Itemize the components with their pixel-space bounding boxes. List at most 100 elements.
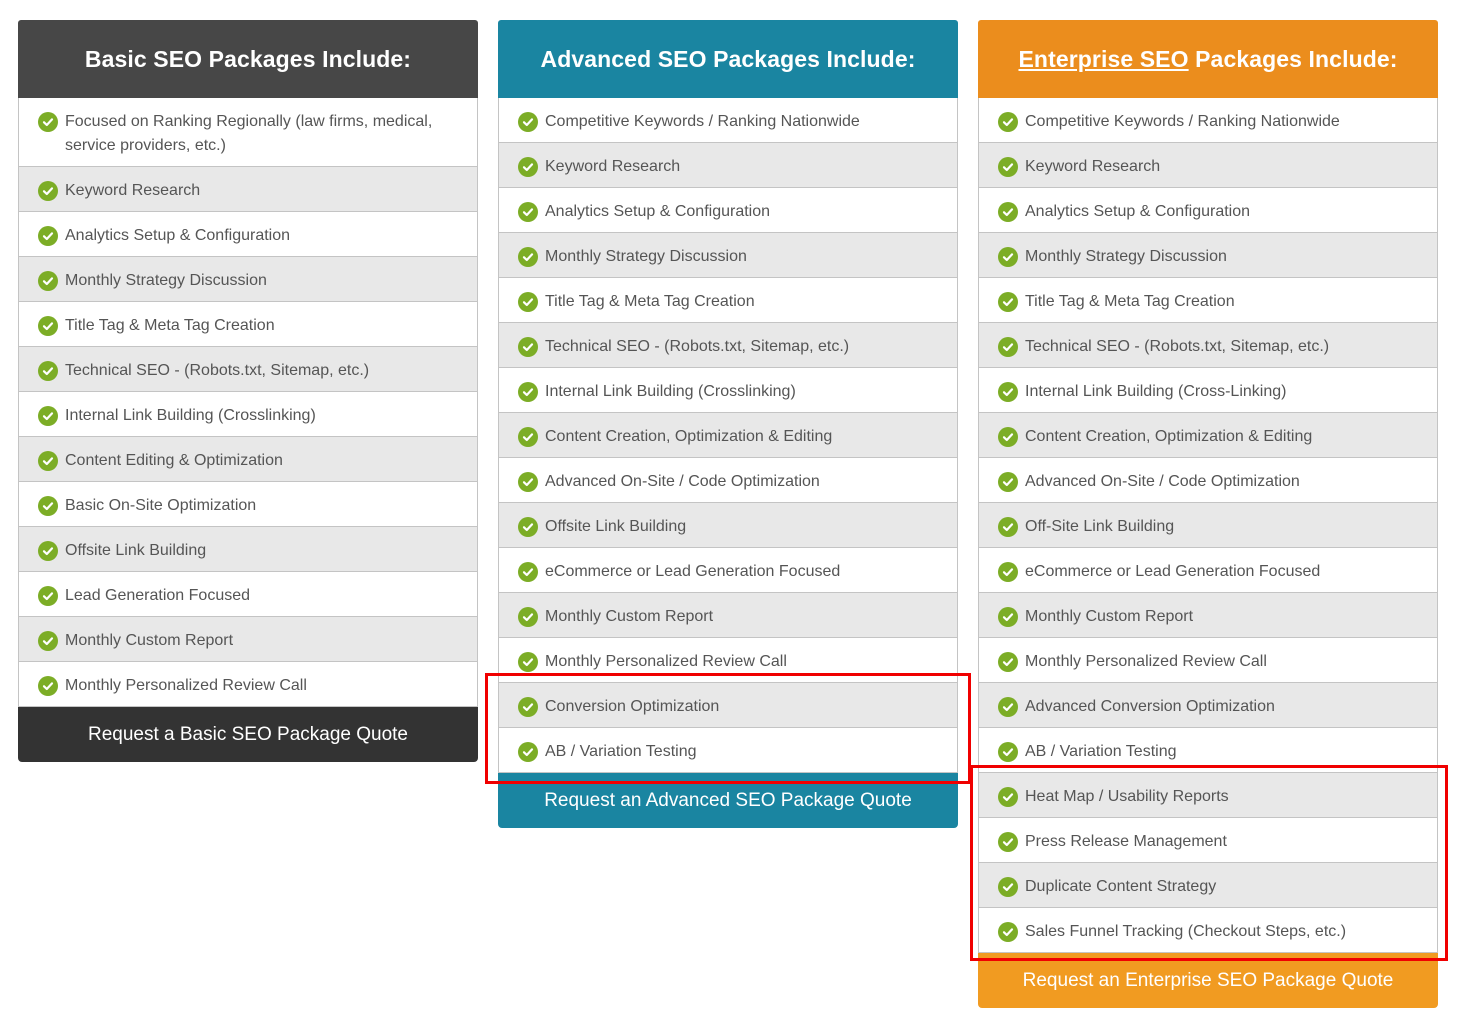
feature-label: Technical SEO - (Robots.txt, Sitemap, et… <box>545 338 850 355</box>
feature-list-item: Advanced Conversion Optimization <box>979 683 1437 728</box>
basic-feature-list: Focused on Ranking Regionally (law firms… <box>18 98 478 707</box>
feature-list-item: Technical SEO - (Robots.txt, Sitemap, et… <box>979 323 1437 368</box>
feature-label: Keyword Research <box>545 158 681 175</box>
check-circle-icon <box>38 226 58 246</box>
feature-label: Advanced On-Site / Code Optimization <box>1025 473 1300 490</box>
check-circle-icon <box>998 697 1018 717</box>
feature-list-item: Keyword Research <box>499 143 957 188</box>
feature-list-item: Press Release Management <box>979 818 1437 863</box>
feature-label: Monthly Personalized Review Call <box>1025 653 1267 670</box>
feature-label: eCommerce or Lead Generation Focused <box>1025 563 1321 580</box>
feature-label: Analytics Setup & Configuration <box>1025 203 1251 220</box>
check-circle-icon <box>998 157 1018 177</box>
feature-label: Competitive Keywords / Ranking Nationwid… <box>1025 113 1340 130</box>
check-circle-icon <box>38 316 58 336</box>
check-circle-icon <box>518 697 538 717</box>
feature-label: Analytics Setup & Configuration <box>545 203 771 220</box>
basic-package-header: Basic SEO Packages Include: <box>18 20 478 98</box>
check-circle-icon <box>998 292 1018 312</box>
feature-list-item: Offsite Link Building <box>19 527 477 572</box>
feature-label: Offsite Link Building <box>545 518 687 535</box>
feature-label: Content Editing & Optimization <box>65 452 283 469</box>
feature-label: Competitive Keywords / Ranking Nationwid… <box>545 113 860 130</box>
check-circle-icon <box>998 832 1018 852</box>
check-circle-icon <box>38 181 58 201</box>
feature-list-item: Analytics Setup & Configuration <box>499 188 957 233</box>
check-circle-icon <box>998 607 1018 627</box>
check-circle-icon <box>998 382 1018 402</box>
feature-label: Monthly Custom Report <box>65 632 234 649</box>
feature-label: Advanced Conversion Optimization <box>1025 698 1275 715</box>
feature-label: AB / Variation Testing <box>545 743 697 760</box>
check-circle-icon <box>998 337 1018 357</box>
feature-label: Technical SEO - (Robots.txt, Sitemap, et… <box>65 362 370 379</box>
feature-list-item: Monthly Strategy Discussion <box>499 233 957 278</box>
feature-label: Keyword Research <box>65 182 201 199</box>
feature-list-item: Lead Generation Focused <box>19 572 477 617</box>
feature-label: Advanced On-Site / Code Optimization <box>545 473 820 490</box>
check-circle-icon <box>38 451 58 471</box>
feature-label: Lead Generation Focused <box>65 587 251 604</box>
check-circle-icon <box>518 472 538 492</box>
feature-list-item: Analytics Setup & Configuration <box>19 212 477 257</box>
feature-label: Monthly Strategy Discussion <box>545 248 747 265</box>
enterprise-title-rest: Packages Include: <box>1188 45 1398 72</box>
feature-label: Basic On-Site Optimization <box>65 497 257 514</box>
enterprise-feature-list: Competitive Keywords / Ranking Nationwid… <box>978 98 1438 953</box>
enterprise-package-header: Enterprise SEO Packages Include: <box>978 20 1438 98</box>
feature-label: Internal Link Building (Crosslinking) <box>545 383 796 400</box>
feature-label: Focused on Ranking Regionally (law firms… <box>65 113 433 154</box>
feature-label: Title Tag & Meta Tag Creation <box>1025 293 1235 310</box>
check-circle-icon <box>998 742 1018 762</box>
feature-list-item: AB / Variation Testing <box>979 728 1437 773</box>
feature-list-item: Internal Link Building (Crosslinking) <box>499 368 957 413</box>
feature-label: Internal Link Building (Crosslinking) <box>65 407 316 424</box>
feature-list-item: Technical SEO - (Robots.txt, Sitemap, et… <box>19 347 477 392</box>
check-circle-icon <box>38 112 58 132</box>
feature-label: Offsite Link Building <box>65 542 207 559</box>
check-circle-icon <box>998 922 1018 942</box>
feature-list-item: Offsite Link Building <box>499 503 957 548</box>
feature-list-item: Internal Link Building (Crosslinking) <box>19 392 477 437</box>
feature-list-item: Conversion Optimization <box>499 683 957 728</box>
feature-list-item: Monthly Personalized Review Call <box>19 662 477 707</box>
advanced-package-column: Advanced SEO Packages Include: Competiti… <box>498 20 958 828</box>
advanced-quote-button[interactable]: Request an Advanced SEO Package Quote <box>498 773 958 828</box>
feature-list-item: eCommerce or Lead Generation Focused <box>499 548 957 593</box>
feature-label: Analytics Setup & Configuration <box>65 227 291 244</box>
feature-list-item: Monthly Personalized Review Call <box>499 638 957 683</box>
feature-list-item: Technical SEO - (Robots.txt, Sitemap, et… <box>499 323 957 368</box>
feature-label: Monthly Custom Report <box>545 608 714 625</box>
advanced-package-title: Advanced SEO Packages Include: <box>540 45 916 72</box>
check-circle-icon <box>518 337 538 357</box>
feature-label: Heat Map / Usability Reports <box>1025 788 1229 805</box>
enterprise-seo-link[interactable]: Enterprise SEO <box>1018 46 1188 72</box>
feature-list-item: Keyword Research <box>979 143 1437 188</box>
check-circle-icon <box>518 157 538 177</box>
check-circle-icon <box>38 676 58 696</box>
basic-quote-button[interactable]: Request a Basic SEO Package Quote <box>18 707 478 762</box>
check-circle-icon <box>998 787 1018 807</box>
check-circle-icon <box>998 112 1018 132</box>
check-circle-icon <box>998 517 1018 537</box>
feature-list-item: Sales Funnel Tracking (Checkout Steps, e… <box>979 908 1437 953</box>
feature-list-item: Title Tag & Meta Tag Creation <box>499 278 957 323</box>
check-circle-icon <box>518 652 538 672</box>
enterprise-quote-button[interactable]: Request an Enterprise SEO Package Quote <box>978 953 1438 1008</box>
check-circle-icon <box>518 742 538 762</box>
check-circle-icon <box>518 202 538 222</box>
check-circle-icon <box>38 271 58 291</box>
check-circle-icon <box>38 586 58 606</box>
feature-list-item: Monthly Strategy Discussion <box>19 257 477 302</box>
check-circle-icon <box>998 652 1018 672</box>
feature-label: Title Tag & Meta Tag Creation <box>545 293 755 310</box>
feature-list-item: Monthly Custom Report <box>19 617 477 662</box>
feature-list-item: Off-Site Link Building <box>979 503 1437 548</box>
feature-list-item: Title Tag & Meta Tag Creation <box>979 278 1437 323</box>
feature-list-item: Monthly Custom Report <box>979 593 1437 638</box>
enterprise-package-title: Enterprise SEO Packages Include: <box>1018 46 1397 73</box>
feature-list-item: Monthly Personalized Review Call <box>979 638 1437 683</box>
basic-package-title: Basic SEO Packages Include: <box>84 45 412 72</box>
feature-list-item: Advanced On-Site / Code Optimization <box>979 458 1437 503</box>
feature-list-item: Internal Link Building (Cross-Linking) <box>979 368 1437 413</box>
